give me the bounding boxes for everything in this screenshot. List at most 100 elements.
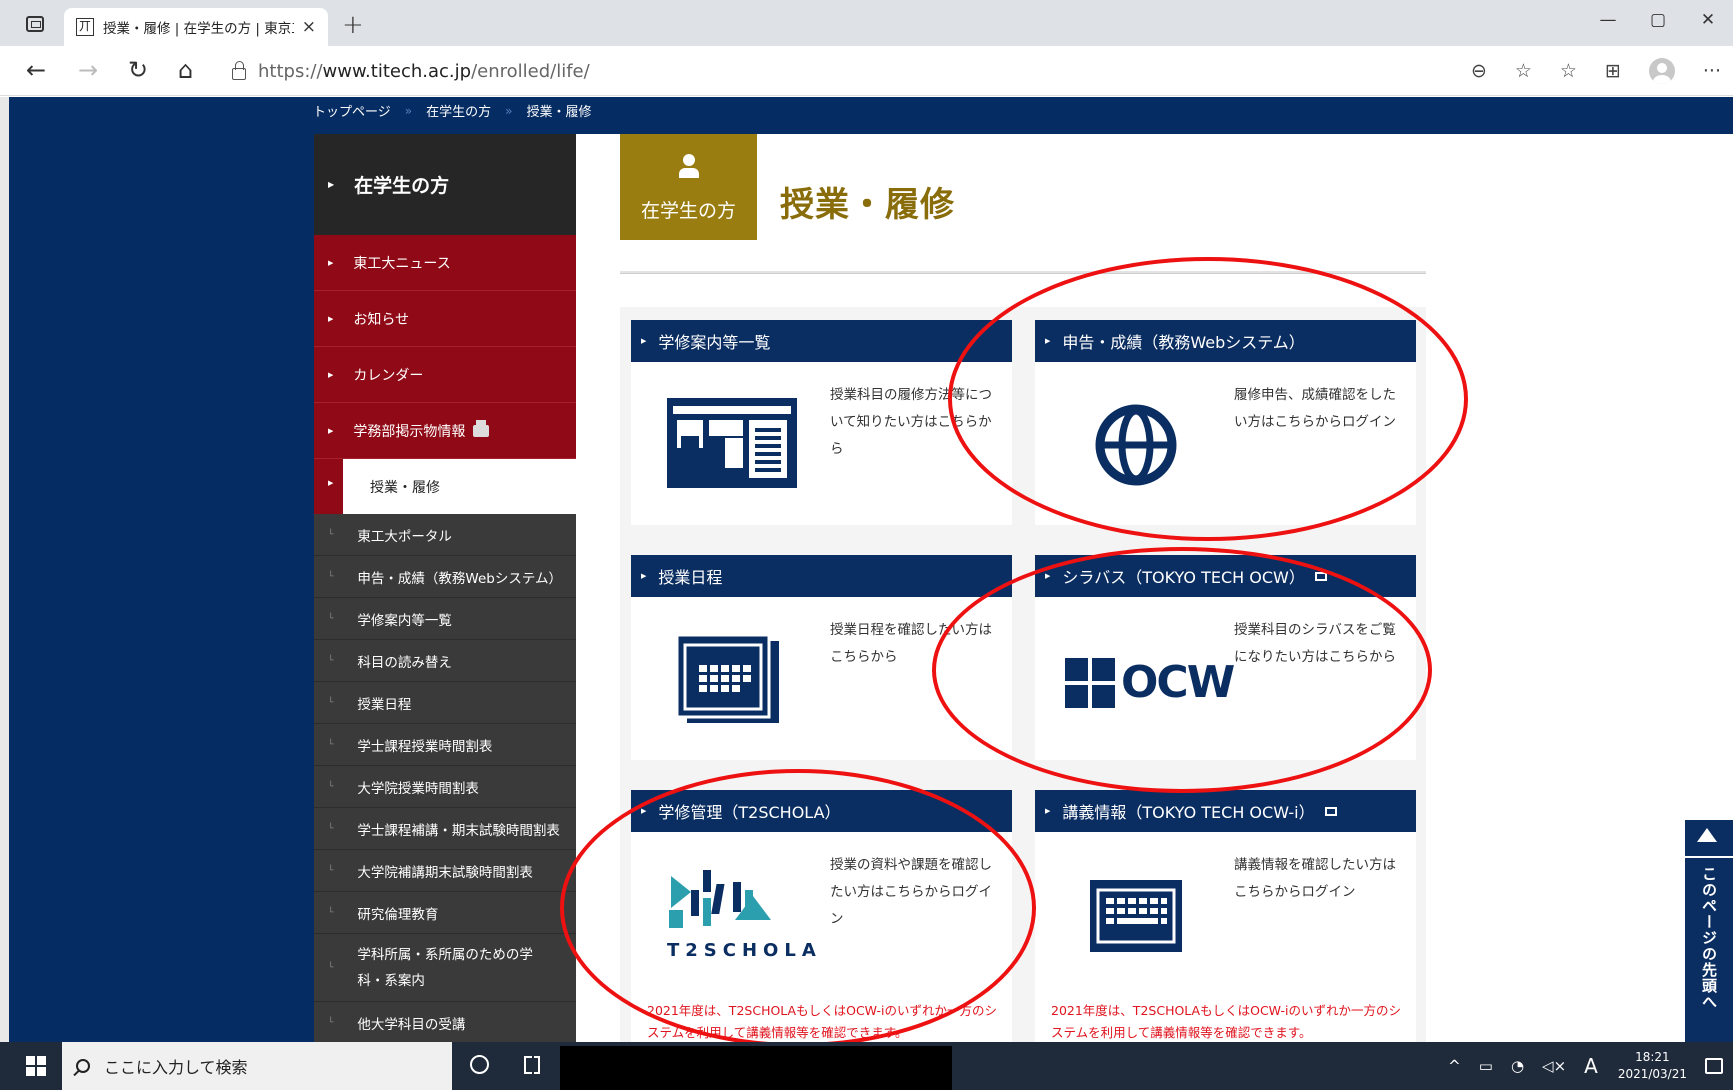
sidebar-item-label: 授業・履修 (343, 459, 576, 514)
card-title[interactable]: ▶ 授業日程 (631, 555, 1012, 597)
sidebar-item-label: 大学院補講期末試験時間割表 (357, 864, 533, 881)
sidebar-subitem-undergrad-timetable[interactable]: └ 学士課程授業時間割表 (314, 724, 576, 766)
sidebar-item-label: 東工大ポータル (357, 528, 452, 545)
card-title[interactable]: ▶ シラバス（TOKYO TECH OCW） (1035, 555, 1416, 597)
sidebar-subitem-grad-exams[interactable]: └ 大学院補講期末試験時間割表 (314, 850, 576, 892)
triangle-icon: ▶ (328, 479, 334, 487)
window-controls: — ▢ ✕ (1583, 10, 1733, 30)
card-course-guides[interactable]: ▶ 学修案内等一覧 授業科目の履修方法等について知りたい方はこちらから (631, 320, 1012, 525)
card-syllabus-ocw[interactable]: ▶ シラバス（TOKYO TECH OCW） OCW 授業科目のシラバスをご覧にな… (1035, 555, 1416, 760)
windows-start-icon[interactable] (26, 1056, 46, 1076)
triangle-icon: ▶ (1045, 807, 1051, 815)
close-window-button[interactable]: ✕ (1683, 10, 1733, 30)
minimize-button[interactable]: — (1583, 10, 1633, 30)
sidebar-item-bulletin[interactable]: ▶ 学務部掲示物情報 (314, 403, 576, 459)
tray-expand-icon[interactable]: ^ (1448, 1057, 1461, 1075)
home-button[interactable]: ⌂ (178, 56, 193, 84)
sidebar-item-calendar[interactable]: ▶ カレンダー (314, 347, 576, 403)
search-icon (76, 1059, 90, 1073)
card-description: 授業日程を確認したい方はこちらから (830, 622, 992, 665)
card-description: 講義情報を確認したい方はこちらからログイン (1234, 857, 1396, 900)
add-favorite-icon[interactable]: ☆ (1515, 60, 1532, 82)
sidebar-subitem-guides[interactable]: └ 学修案内等一覧 (314, 598, 576, 640)
card-web-system[interactable]: ▶ 申告・成績（教務Webシステム） 履修申告、成績確認をしたい方はこちらからログ… (1035, 320, 1416, 525)
more-menu-icon[interactable]: ··· (1703, 60, 1721, 82)
corner-icon: └ (328, 571, 334, 582)
sidebar-subitem-grades[interactable]: └ 申告・成績（教務Webシステム） (314, 556, 576, 598)
collections-icon[interactable]: ⊞ (1605, 60, 1621, 82)
refresh-button[interactable]: ↻ (128, 56, 148, 84)
triangle-icon: ▶ (328, 314, 334, 323)
breadcrumb-band (9, 97, 1733, 134)
sidebar-subitem-undergrad-exams[interactable]: └ 学士課程補講・期末試験時間割表 (314, 808, 576, 850)
corner-icon: └ (328, 1017, 334, 1028)
browser-tab[interactable]: 丌 授業・履修 | 在学生の方 | 東京工 × (64, 8, 328, 46)
breadcrumb-home-link[interactable]: トップページ (313, 101, 391, 120)
t2schola-logo-icon (669, 870, 771, 928)
sidebar-item-label: 東工大ニュース (353, 255, 451, 272)
triangle-icon: ▶ (1045, 572, 1051, 580)
card-title-label: 学修案内等一覧 (658, 333, 771, 352)
sidebar-item-classes-active[interactable]: ▶ 授業・履修 (314, 459, 576, 514)
sidebar-subitem-substitution[interactable]: └ 科目の読み替え (314, 640, 576, 682)
ocw-logo: OCW (1065, 657, 1235, 708)
sidebar-item-notices[interactable]: ▶ お知らせ (314, 291, 576, 347)
zoom-icon[interactable]: ⊖ (1471, 60, 1487, 82)
card-title[interactable]: ▶ 申告・成績（教務Webシステム） (1035, 320, 1416, 362)
arrow-up-icon (1697, 828, 1717, 842)
card-t2schola[interactable]: ▶ 学修管理（T2SCHOLA） T2SCHOLA 授業の資料や課題を確認したい方… (631, 790, 1012, 1042)
sidebar-item-label: 研究倫理教育 (357, 906, 439, 923)
sidebar-subitem-schedule[interactable]: └ 授業日程 (314, 682, 576, 724)
breadcrumb-separator: » (505, 103, 513, 118)
url-field[interactable]: https://www.titech.ac.jp/enrolled/life/ (232, 54, 1522, 88)
page-content: トップページ » 在学生の方 » 授業・履修 ▶ 在学生の方 ▶ 東工大ニュース ▶… (0, 97, 1733, 1042)
maximize-button[interactable]: ▢ (1633, 10, 1683, 30)
left-background (9, 97, 314, 1042)
sidebar-heading[interactable]: ▶ 在学生の方 (314, 134, 576, 235)
card-title[interactable]: ▶ 学修案内等一覧 (631, 320, 1012, 362)
clock-time: 18:21 (1635, 1050, 1670, 1064)
taskbar-search-input[interactable]: ここに入力して検索 (62, 1042, 452, 1090)
tab-title: 授業・履修 | 在学生の方 | 東京工 (103, 21, 294, 37)
profile-avatar-icon[interactable] (1648, 58, 1675, 84)
card-title-label: 申告・成績（教務Webシステム） (1062, 333, 1305, 352)
card-description: 授業科目の履修方法等について知りたい方はこちらから (830, 387, 992, 457)
battery-icon[interactable]: ▭ (1479, 1057, 1493, 1075)
volume-muted-icon[interactable]: ◁× (1542, 1057, 1566, 1075)
card-ocw-i[interactable]: ▶ 講義情報（TOKYO TECH OCW-i） 講義情報を確認したい方はこちらか… (1035, 790, 1416, 1042)
search-placeholder: ここに入力して検索 (104, 1058, 248, 1077)
wifi-icon[interactable]: ◔ (1511, 1057, 1524, 1075)
card-title-label: 講義情報（TOKYO TECH OCW-i） (1062, 803, 1315, 822)
back-to-top-button[interactable]: このページの先頭へ (1685, 820, 1733, 1042)
card-class-schedule[interactable]: ▶ 授業日程 授業日程を確認したい方はこちらから (631, 555, 1012, 760)
breadcrumb-enrolled-link[interactable]: 在学生の方 (426, 101, 491, 120)
triangle-icon: ▶ (641, 572, 647, 580)
task-view-icon[interactable] (524, 1056, 540, 1074)
sidebar-item-label: カレンダー (353, 367, 424, 384)
tab-close-icon[interactable]: × (302, 17, 316, 37)
sidebar-subitem-portal[interactable]: └ 東工大ポータル (314, 514, 576, 556)
breadcrumb: トップページ » 在学生の方 » 授業・履修 (313, 101, 591, 121)
card-title[interactable]: ▶ 学修管理（T2SCHOLA） (631, 790, 1012, 832)
redacted-region (560, 1046, 952, 1090)
forward-button[interactable]: → (78, 56, 98, 84)
sidebar-subitem-ethics[interactable]: └ 研究倫理教育 (314, 892, 576, 934)
cortana-icon[interactable] (470, 1055, 489, 1074)
sidebar-item-label: 大学院授業時間割表 (357, 780, 479, 797)
breadcrumb-separator: » (404, 103, 413, 118)
badge-label: 在学生の方 (640, 200, 736, 222)
sidebar-item-news[interactable]: ▶ 東工大ニュース (314, 235, 576, 291)
sidebar-subitem-department-guide[interactable]: └ 学科所属・系所属のための学科・系案内 (314, 934, 576, 1002)
new-tab-button[interactable]: + (342, 10, 364, 40)
notification-center-icon[interactable] (1705, 1058, 1723, 1074)
back-button[interactable]: ← (26, 56, 46, 84)
tab-actions-icon[interactable] (26, 16, 44, 32)
page-title: 授業・履修 (780, 185, 955, 225)
sidebar-subitem-other-universities[interactable]: └ 他大学科目の受講 (314, 1002, 576, 1042)
card-title[interactable]: ▶ 講義情報（TOKYO TECH OCW-i） (1035, 790, 1416, 832)
lock-icon[interactable] (232, 61, 246, 80)
favorites-icon[interactable]: ☆ (1560, 60, 1577, 82)
ime-indicator[interactable]: A (1584, 1054, 1598, 1078)
clock[interactable]: 18:21 2021/03/21 (1618, 1049, 1687, 1083)
sidebar-subitem-grad-timetable[interactable]: └ 大学院授業時間割表 (314, 766, 576, 808)
